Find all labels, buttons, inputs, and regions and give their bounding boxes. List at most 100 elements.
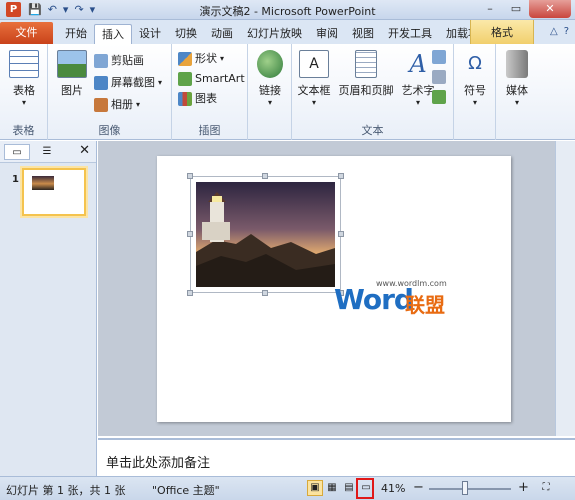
photo-album-label: 相册 xyxy=(111,98,133,111)
zoom-slider-thumb[interactable] xyxy=(462,481,468,495)
chevron-down-icon: ▾ xyxy=(158,78,163,87)
tab-transitions[interactable]: 切换 xyxy=(168,24,204,44)
ribbon: 表格 ▾ 表格 图片 剪贴画 屏幕截图 ▾ 相册 ▾ 图像 形状 ▾ Smart… xyxy=(0,44,575,140)
tab-home[interactable]: 开始 xyxy=(58,24,94,44)
tab-insert[interactable]: 插入 xyxy=(94,24,132,45)
close-icon[interactable]: ✕ xyxy=(79,143,90,158)
shapes-button[interactable]: 形状 ▾ xyxy=(178,50,224,68)
zoom-out-button[interactable]: − xyxy=(413,480,424,495)
resize-handle[interactable] xyxy=(187,173,193,179)
chevron-down-icon: ▾ xyxy=(267,98,272,107)
slide-number: 1 xyxy=(12,174,19,185)
slide-thumbnail[interactable] xyxy=(22,168,86,216)
minimize-ribbon-icon[interactable]: △ xyxy=(550,26,558,37)
inserted-picture[interactable] xyxy=(187,173,344,296)
tab-slides-view[interactable]: ▭ xyxy=(4,144,30,160)
symbol-button[interactable]: Ω 符号 ▾ xyxy=(453,50,497,107)
date-time-button[interactable] xyxy=(432,48,446,66)
smartart-button[interactable]: SmartArt xyxy=(178,70,245,88)
slide-number-icon xyxy=(432,70,446,84)
vertical-scrollbar[interactable] xyxy=(555,141,575,436)
zoom-in-button[interactable]: + xyxy=(518,480,529,495)
notes-pane[interactable]: 单击此处添加备注 xyxy=(98,438,575,476)
resize-handle[interactable] xyxy=(187,290,193,296)
header-footer-icon xyxy=(355,50,377,78)
chevron-down-icon: ▾ xyxy=(21,98,26,107)
object-icon xyxy=(432,90,446,104)
table-button[interactable]: 表格 ▾ xyxy=(2,50,46,107)
group-label-illustrations: 插图 xyxy=(198,124,221,137)
fit-to-window-icon[interactable]: ⛶ xyxy=(538,480,554,496)
slide-sorter-view-icon[interactable]: ▦ xyxy=(324,480,340,496)
textbox-button-label: 文本框 xyxy=(297,84,331,97)
watermark-logo-word: Word xyxy=(334,283,414,316)
clipart-icon xyxy=(94,54,108,68)
resize-handle[interactable] xyxy=(338,231,344,237)
object-button[interactable] xyxy=(432,88,446,106)
smartart-label: SmartArt xyxy=(195,72,245,85)
screenshot-label: 屏幕截图 xyxy=(111,76,155,89)
resize-handle[interactable] xyxy=(262,173,268,179)
close-button[interactable]: ✕ xyxy=(529,0,571,18)
tab-slideshow[interactable]: 幻灯片放映 xyxy=(240,24,309,44)
header-footer-button[interactable]: 页眉和页脚 xyxy=(336,50,396,98)
tab-review[interactable]: 审阅 xyxy=(309,24,345,44)
resize-handle[interactable] xyxy=(187,231,193,237)
chart-button[interactable]: 图表 xyxy=(178,90,217,108)
picture-button[interactable]: 图片 xyxy=(50,50,94,98)
chart-icon xyxy=(178,92,192,106)
screenshot-button[interactable]: 屏幕截图 ▾ xyxy=(94,74,162,92)
tab-file[interactable]: 文件 xyxy=(0,22,53,44)
photo-album-button[interactable]: 相册 ▾ xyxy=(94,96,140,114)
ribbon-tab-row: 文件 开始 插入 设计 切换 动画 幻灯片放映 审阅 视图 开发工具 加载项 格… xyxy=(0,20,575,45)
media-button[interactable]: 媒体 ▾ xyxy=(495,50,539,107)
maximize-button[interactable]: ▭ xyxy=(503,0,529,18)
tab-developer[interactable]: 开发工具 xyxy=(381,24,439,44)
group-text: A 文本框 ▾ 页眉和页脚 A 艺术字 ▾ 文本 xyxy=(292,44,454,140)
slideshow-view-icon[interactable]: ▭ xyxy=(358,480,374,496)
tab-outline-view[interactable]: ☰ xyxy=(34,144,60,160)
media-button-label: 媒体 xyxy=(506,84,528,97)
slide-number-button[interactable] xyxy=(432,68,446,86)
link-button[interactable]: 链接 ▾ xyxy=(248,50,292,107)
tab-design[interactable]: 设计 xyxy=(132,24,168,44)
slides-pane: ▭ ☰ ✕ 1 xyxy=(0,141,97,477)
textbox-icon: A xyxy=(299,50,329,78)
resize-handle[interactable] xyxy=(262,290,268,296)
table-button-label: 表格 xyxy=(13,84,35,97)
help-icon[interactable]: ? xyxy=(564,26,569,37)
normal-view-icon[interactable]: ▣ xyxy=(307,480,323,496)
textbox-button[interactable]: A 文本框 ▾ xyxy=(292,50,336,107)
theme-status[interactable]: "Office 主题" xyxy=(152,482,220,498)
tab-view[interactable]: 视图 xyxy=(345,24,381,44)
group-label-text: 文本 xyxy=(361,124,384,137)
reading-view-icon[interactable]: ▤ xyxy=(341,480,357,496)
chevron-down-icon: ▾ xyxy=(220,54,225,63)
group-symbols: Ω 符号 ▾ xyxy=(454,44,496,140)
zoom-level[interactable]: 41% xyxy=(381,482,405,495)
link-button-label: 链接 xyxy=(259,84,281,97)
lighthouse-photo xyxy=(196,182,335,287)
shapes-icon xyxy=(178,52,192,66)
clipart-button[interactable]: 剪贴画 xyxy=(94,52,144,70)
notes-placeholder: 单击此处添加备注 xyxy=(106,456,211,471)
chevron-down-icon: ▾ xyxy=(311,98,316,107)
group-label-images: 图像 xyxy=(98,124,121,137)
resize-handle[interactable] xyxy=(338,173,344,179)
symbol-button-label: 符号 xyxy=(464,84,486,97)
photo-album-icon xyxy=(94,98,108,112)
group-media: 媒体 ▾ xyxy=(496,44,538,140)
clipart-label: 剪贴画 xyxy=(111,54,144,67)
window-controls: – ▭ ✕ xyxy=(477,0,571,18)
minimize-button[interactable]: – xyxy=(477,0,503,18)
tab-animations[interactable]: 动画 xyxy=(204,24,240,44)
tab-format[interactable]: 格式 xyxy=(470,20,534,44)
date-time-icon xyxy=(432,50,446,64)
slide-count-status: 幻灯片 第 1 张，共 1 张 xyxy=(6,484,126,497)
group-label-tables: 表格 xyxy=(12,124,35,137)
slides-pane-tabs: ▭ ☰ ✕ xyxy=(0,141,96,163)
zoom-slider-track[interactable] xyxy=(429,488,511,490)
chevron-down-icon: ▾ xyxy=(514,98,519,107)
header-footer-label: 页眉和页脚 xyxy=(338,84,394,97)
picture-button-label: 图片 xyxy=(61,84,83,97)
